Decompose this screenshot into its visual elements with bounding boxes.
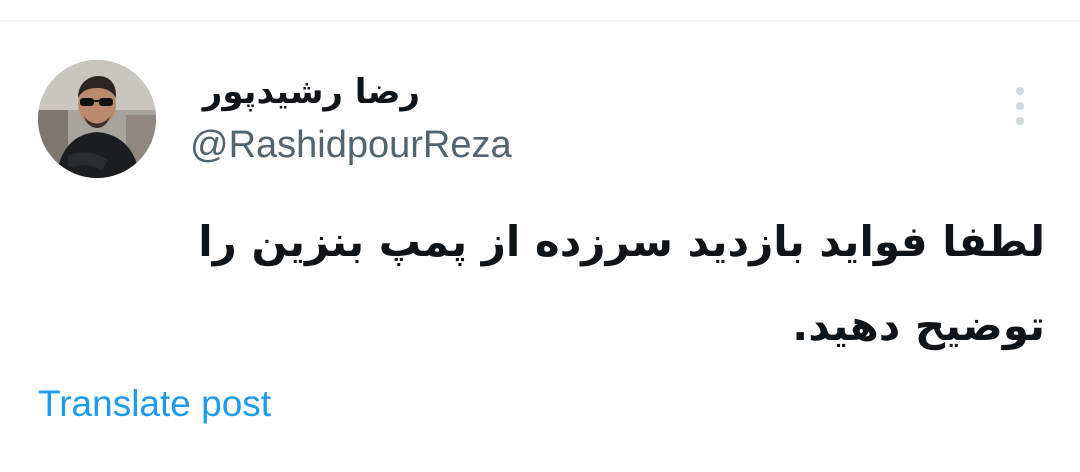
author-handle[interactable]: @RashidpourReza xyxy=(190,122,512,168)
avatar[interactable] xyxy=(38,60,156,178)
profile-photo-icon xyxy=(38,60,156,178)
author-display-name[interactable]: رضا رشیدپور xyxy=(190,68,420,116)
more-options-icon[interactable] xyxy=(1008,86,1032,126)
top-divider xyxy=(0,20,1080,22)
translate-post-link[interactable]: Translate post xyxy=(38,382,271,426)
post-text: لطفا فواید بازدید سرزده از پمپ بنزین را … xyxy=(198,217,1045,350)
